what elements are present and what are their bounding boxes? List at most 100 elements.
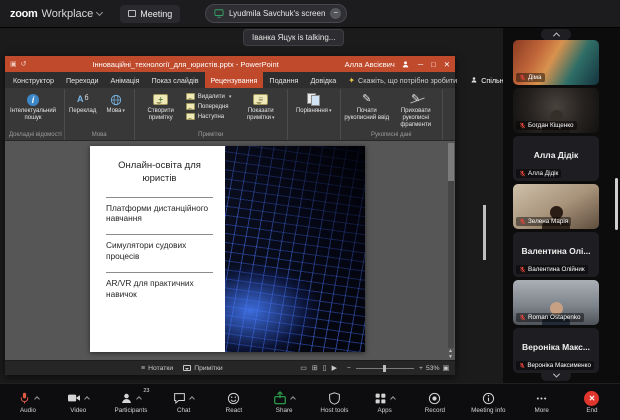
tab-view[interactable]: Подання <box>263 72 304 88</box>
compare-button[interactable]: Порівняння▾ <box>290 90 338 115</box>
tab-slideshow[interactable]: Показ слайдів <box>145 72 204 88</box>
normal-view-icon[interactable]: ▭ <box>300 364 307 372</box>
video-chevron-icon[interactable] <box>84 396 90 402</box>
smart-lookup-icon: i <box>27 94 39 106</box>
zoom-controls: − + 53% ▣ <box>347 364 449 372</box>
participants-button[interactable]: 23 Participants <box>115 391 148 414</box>
muted-mic-icon <box>519 314 526 321</box>
save-icon[interactable]: ▣ <box>10 60 17 68</box>
delete-comment-icon <box>186 93 195 100</box>
slideshow-icon[interactable]: ▶ <box>332 364 337 372</box>
slide[interactable]: Онлайн-освіта для юристів Платформи дист… <box>90 146 365 352</box>
participant-tile[interactable]: Вероніка Макс... Вероніка Максименко <box>513 328 599 373</box>
comments-group-label: Примітки <box>137 131 285 140</box>
zoom-in-icon[interactable]: + <box>419 365 423 372</box>
notes-toggle[interactable]: ≡ Нотатки <box>141 365 173 372</box>
zoom-slider-thumb[interactable] <box>383 365 386 372</box>
show-comments-button[interactable]: ≡ Показати примітки▾ <box>237 90 285 122</box>
participants-icon <box>120 392 133 405</box>
scroll-down-button[interactable] <box>541 370 571 381</box>
tell-me-box[interactable]: ✦ Скажіть, що потрібно зробити <box>342 76 463 85</box>
share-chevron-icon[interactable] <box>290 396 296 402</box>
zoom-percent[interactable]: 53% <box>426 365 440 372</box>
zoom-out-icon[interactable]: − <box>347 365 351 372</box>
language-button[interactable]: Мова▾ <box>100 90 132 115</box>
stop-viewing-icon[interactable]: − <box>330 8 341 19</box>
audio-chevron-icon[interactable] <box>34 396 40 402</box>
meeting-info-button[interactable]: Meeting info <box>471 391 505 414</box>
monitor-icon <box>214 9 224 18</box>
start-inking-button[interactable]: ✎ Почати рукописний ввід <box>343 90 391 122</box>
slide-nav-arrows[interactable]: ▲▼ <box>446 348 455 360</box>
end-call-icon: ✕ <box>584 391 599 406</box>
participant-tile[interactable]: Діма <box>513 40 599 85</box>
apps-chevron-icon[interactable] <box>390 396 396 402</box>
audio-button[interactable]: Audio <box>14 391 42 414</box>
slide-scrollbar-thumb[interactable] <box>448 143 454 181</box>
reading-view-icon[interactable]: ▯ <box>323 364 327 372</box>
strip-scrollbar[interactable] <box>615 178 618 230</box>
quick-access-toolbar[interactable]: ▣↺ <box>10 60 27 68</box>
ribbon-group-language: Аб Переклад Мова▾ Мова <box>65 89 135 140</box>
comments-toggle[interactable]: Примітки <box>183 365 223 372</box>
hide-ink-button[interactable]: ✎ Приховати рукописні фрагменти <box>392 90 440 129</box>
participants-chevron-icon[interactable] <box>137 396 143 402</box>
slide-bullet: AR/VR для практичних навичок <box>106 272 213 300</box>
chat-button[interactable]: Chat <box>170 391 198 414</box>
fit-to-window-icon[interactable]: ▣ <box>443 364 449 372</box>
slide-sorter-icon[interactable]: ⊞ <box>312 364 318 372</box>
chevron-down-icon <box>552 371 559 378</box>
compare-group-label <box>290 131 338 140</box>
scroll-up-button[interactable] <box>541 29 571 40</box>
new-comment-button[interactable]: + Створити примітку <box>137 90 185 122</box>
language-label: Мова <box>107 108 122 114</box>
next-comment-icon <box>186 113 195 120</box>
host-tools-button[interactable]: Host tools <box>320 391 348 414</box>
view-switcher: ▭ ⊞ ▯ ▶ <box>300 364 337 372</box>
share-button[interactable]: Share <box>270 391 298 414</box>
slide-scrollbar[interactable] <box>448 143 454 348</box>
delete-comment-button[interactable]: Видалити▾ <box>186 93 236 100</box>
workplace-logo-text: Workplace <box>42 8 94 20</box>
video-button[interactable]: Video <box>64 391 92 414</box>
viewing-screen-pill[interactable]: Lyudmila Savchuk's screen − <box>205 4 347 23</box>
close-icon[interactable]: ✕ <box>444 60 450 69</box>
pen-icon: ✎ <box>362 94 371 105</box>
tab-design[interactable]: Конструктор <box>7 72 60 88</box>
apps-button[interactable]: Apps <box>371 391 399 414</box>
ribbon-tabs: Конструктор Переходи Анімація Показ слай… <box>5 72 455 88</box>
powerpoint-window: ▣↺ Інноваційні_технології_для_юристів.pp… <box>5 56 455 375</box>
participant-tile[interactable]: Валентина Олі... Валентина Олійник <box>513 232 599 277</box>
meeting-tab-icon <box>128 10 136 17</box>
show-comments-label: Показати примітки <box>247 108 274 121</box>
previous-comment-button[interactable]: Попередня <box>186 103 236 110</box>
participant-name-label: Богдан Кіщенко <box>516 121 577 130</box>
maximize-icon[interactable]: □ <box>431 60 436 69</box>
more-button[interactable]: More <box>528 391 556 414</box>
muted-mic-icon <box>519 170 526 177</box>
react-button[interactable]: React <box>220 391 248 414</box>
participant-tile[interactable]: Roman Ostapenko <box>513 280 599 325</box>
end-meeting-button[interactable]: ✕ End <box>578 391 606 414</box>
next-comment-button[interactable]: Наступна <box>186 113 236 120</box>
zoom-slider[interactable] <box>356 368 414 369</box>
share-person-icon[interactable] <box>401 60 410 69</box>
tab-animations[interactable]: Анімація <box>105 72 146 88</box>
workspace-chevron-down-icon[interactable] <box>96 9 103 16</box>
record-button[interactable]: Record <box>421 391 449 414</box>
tab-transitions[interactable]: Переходи <box>60 72 105 88</box>
tab-help[interactable]: Довідка <box>304 72 342 88</box>
participant-tile[interactable]: Богдан Кіщенко <box>513 88 599 133</box>
smart-lookup-button[interactable]: i Інтелектуальний пошук <box>9 90 57 122</box>
chat-chevron-icon[interactable] <box>189 396 195 402</box>
participant-tile[interactable]: Алла Дідік Алла Дідік <box>513 136 599 181</box>
translate-button[interactable]: Аб Переклад <box>67 90 99 115</box>
minimize-icon[interactable]: ─ <box>418 60 423 69</box>
tab-meeting[interactable]: Meeting <box>120 5 180 23</box>
tab-review[interactable]: Рецензування <box>205 72 264 88</box>
undo-icon[interactable]: ↺ <box>21 60 27 68</box>
participant-tile[interactable]: Зелена Марія <box>513 184 599 229</box>
lightbulb-icon: ✦ <box>348 76 355 85</box>
participant-name-label: Діма <box>516 73 545 82</box>
participants-count-badge: 23 <box>143 388 149 394</box>
